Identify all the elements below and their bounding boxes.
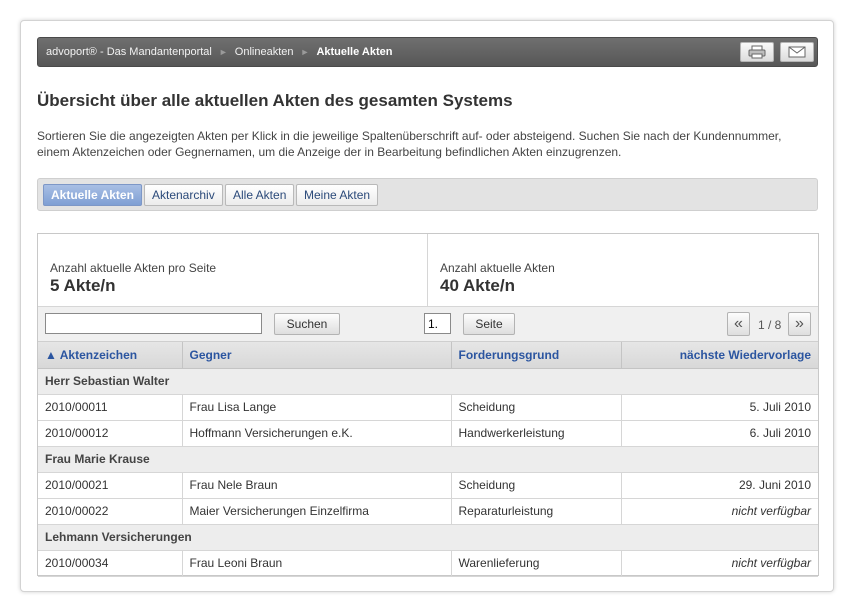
printer-icon: [748, 45, 766, 59]
cell-gegner: Frau Nele Braun: [182, 472, 452, 499]
breadcrumb-item-current: Aktuelle Akten: [316, 46, 393, 58]
breadcrumb: advoport® - Das Mandantenportal ► Online…: [46, 38, 392, 66]
intro-text: Sortieren Sie die angezeigten Akten per …: [37, 129, 782, 159]
cell-forderungsgrund: Warenlieferung: [451, 550, 622, 577]
envelope-icon: [788, 46, 806, 58]
go-to-page-button[interactable]: Seite: [463, 313, 515, 335]
tab-bar: Aktuelle Akten Aktenarchiv Alle Akten Me…: [37, 178, 818, 211]
next-page-button[interactable]: »: [788, 312, 811, 336]
table-row[interactable]: 2010/00021 Frau Nele Braun Scheidung 29.…: [38, 472, 818, 499]
tab-aktenarchiv[interactable]: Aktenarchiv: [144, 184, 223, 206]
search-button[interactable]: Suchen: [274, 313, 340, 335]
tab-aktuelle-akten[interactable]: Aktuelle Akten: [43, 184, 142, 206]
cell-gegner: Hoffmann Versicherungen e.K.: [182, 420, 452, 447]
stat-total-label: Anzahl aktuelle Akten: [440, 261, 555, 275]
email-button[interactable]: [780, 42, 814, 62]
breadcrumb-item-onlineakten[interactable]: Onlineakten: [235, 46, 294, 58]
column-header-wiedervorlage[interactable]: nächste Wiedervorlage: [621, 342, 818, 369]
stat-per-page-value: 5 Akte/n: [50, 276, 116, 295]
akten-panel: Anzahl aktuelle Akten pro Seite 5 Akte/n…: [37, 233, 819, 577]
breadcrumb-separator-icon: ►: [300, 47, 310, 57]
search-input[interactable]: [45, 313, 262, 334]
table-header-row: ▲ Aktenzeichen Gegner Forderungsgrund nä…: [38, 342, 818, 369]
client-group-row: Lehmann Versicherungen: [38, 524, 818, 551]
cell-gegner: Frau Lisa Lange: [182, 394, 452, 421]
column-header-aktenzeichen[interactable]: ▲ Aktenzeichen: [38, 342, 183, 369]
breadcrumb-bar: advoport® - Das Mandantenportal ► Online…: [37, 37, 818, 67]
column-header-gegner[interactable]: Gegner: [182, 342, 452, 369]
stat-total: Anzahl aktuelle Akten 40 Akte/n: [428, 234, 818, 307]
print-button[interactable]: [740, 42, 774, 62]
table-row[interactable]: 2010/00012 Hoffmann Versicherungen e.K. …: [38, 420, 818, 447]
breadcrumb-item-portal[interactable]: advoport® - Das Mandantenportal: [46, 46, 212, 58]
cell-aktenzeichen[interactable]: 2010/00021: [38, 472, 183, 499]
cell-wiedervorlage: 6. Juli 2010: [621, 420, 818, 447]
table-row[interactable]: 2010/00034 Frau Leoni Braun Warenlieferu…: [38, 550, 818, 577]
tab-alle-akten[interactable]: Alle Akten: [225, 184, 295, 206]
table-row[interactable]: 2010/00011 Frau Lisa Lange Scheidung 5. …: [38, 394, 818, 421]
client-group-row: Frau Marie Krause: [38, 446, 818, 473]
client-name: Frau Marie Krause: [38, 446, 818, 473]
client-group-row: Herr Sebastian Walter: [38, 368, 818, 395]
cell-wiedervorlage: nicht verfügbar: [621, 498, 818, 525]
stat-total-value: 40 Akte/n: [440, 276, 515, 295]
page-number-input[interactable]: [424, 313, 451, 334]
client-name: Herr Sebastian Walter: [38, 368, 818, 395]
portal-frame: advoport® - Das Mandantenportal ► Online…: [20, 20, 834, 592]
cell-wiedervorlage: 5. Juli 2010: [621, 394, 818, 421]
tab-meine-akten[interactable]: Meine Akten: [296, 184, 379, 206]
akten-table: ▲ Aktenzeichen Gegner Forderungsgrund nä…: [38, 342, 818, 577]
cell-aktenzeichen[interactable]: 2010/00012: [38, 420, 183, 447]
cell-gegner: Maier Versicherungen Einzelfirma: [182, 498, 452, 525]
client-name: Lehmann Versicherungen: [38, 524, 818, 551]
cell-wiedervorlage: nicht verfügbar: [621, 550, 818, 577]
stat-per-page: Anzahl aktuelle Akten pro Seite 5 Akte/n: [38, 234, 428, 307]
cell-forderungsgrund: Scheidung: [451, 472, 622, 499]
cell-forderungsgrund: Scheidung: [451, 394, 622, 421]
breadcrumb-separator-icon: ►: [218, 47, 228, 57]
search-row: Suchen Seite « 1 / 8 »: [38, 307, 818, 342]
cell-forderungsgrund: Handwerkerleistung: [451, 420, 622, 447]
cell-aktenzeichen[interactable]: 2010/00034: [38, 550, 183, 577]
pager-count: 1 / 8: [758, 318, 782, 332]
cell-wiedervorlage: 29. Juni 2010: [621, 472, 818, 499]
column-header-forderungsgrund[interactable]: Forderungsgrund: [451, 342, 622, 369]
stats-row: Anzahl aktuelle Akten pro Seite 5 Akte/n…: [38, 234, 818, 307]
page-title: Übersicht über alle aktuellen Akten des …: [37, 91, 513, 110]
table-row[interactable]: 2010/00022 Maier Versicherungen Einzelfi…: [38, 498, 818, 525]
cell-aktenzeichen[interactable]: 2010/00011: [38, 394, 183, 421]
stat-per-page-label: Anzahl aktuelle Akten pro Seite: [50, 261, 217, 275]
cell-forderungsgrund: Reparaturleistung: [451, 498, 622, 525]
previous-page-button[interactable]: «: [727, 312, 750, 336]
cell-aktenzeichen[interactable]: 2010/00022: [38, 498, 183, 525]
cell-gegner: Frau Leoni Braun: [182, 550, 452, 577]
